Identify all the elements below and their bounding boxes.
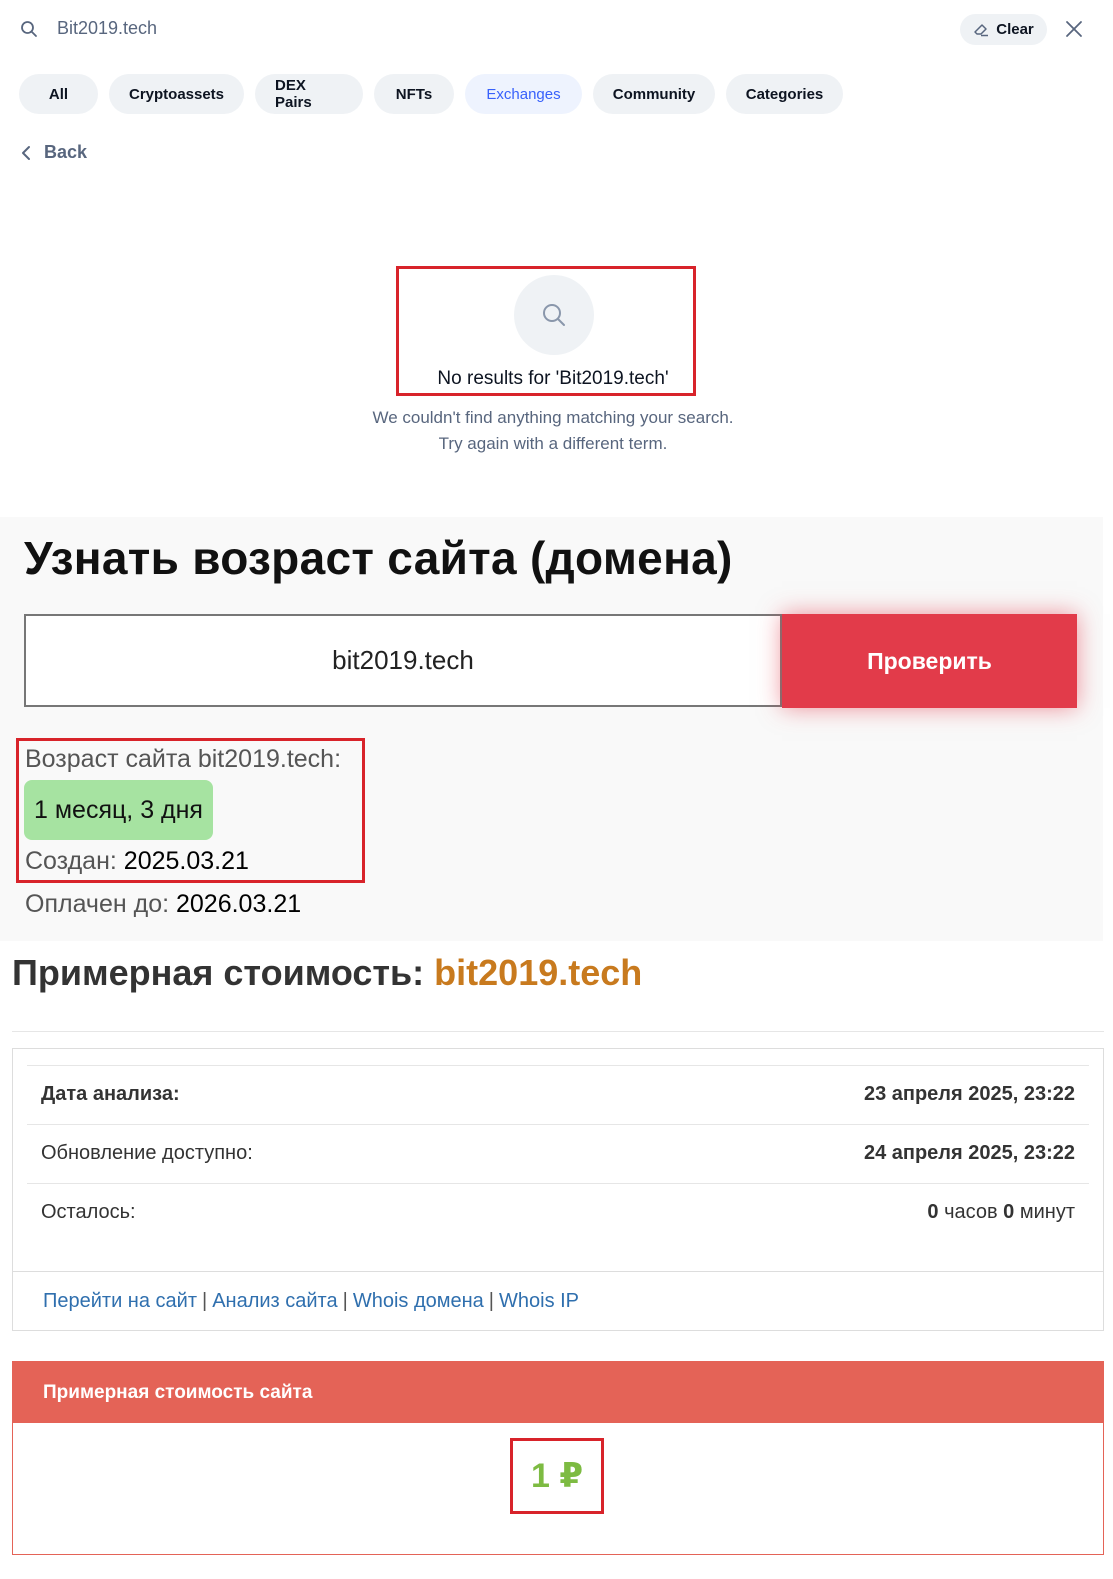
eraser-icon	[974, 24, 989, 37]
cost-heading: Примерная стоимость: bit2019.tech	[12, 952, 642, 994]
site-links: Перейти на сайт | Анализ сайта | Whois д…	[13, 1271, 1103, 1331]
paid-row: Оплачен до: 2026.03.21	[25, 890, 301, 919]
info-value: 23 апреля 2025, 23:22	[863, 1083, 1075, 1105]
link-whois-domain[interactable]: Whois домена	[353, 1290, 484, 1313]
paid-value: 2026.03.21	[176, 890, 302, 918]
back-button[interactable]: Back	[20, 142, 87, 163]
back-label: Back	[44, 142, 88, 162]
info-label: Дата анализа:	[41, 1083, 180, 1105]
divider	[12, 1031, 1104, 1032]
price-panel: Примерная стоимость сайта 1 ₽	[12, 1361, 1104, 1555]
search-bar: Bit2019.tech Clear	[0, 0, 1113, 60]
search-input[interactable]: Bit2019.tech	[57, 18, 157, 39]
minutes-unit: минут	[1019, 1201, 1075, 1223]
link-separator: |	[342, 1290, 348, 1312]
info-label: Обновление доступно:	[41, 1142, 253, 1164]
domain-age-section: Узнать возраст сайта (домена) bit2019.te…	[0, 517, 1103, 941]
link-whois-ip[interactable]: Whois IP	[499, 1290, 579, 1313]
close-icon[interactable]	[1064, 19, 1084, 39]
no-results-line: We couldn't find anything matching your …	[372, 408, 734, 427]
info-row-update: Обновление доступно: 24 апреля 2025, 23:…	[27, 1124, 1089, 1182]
analysis-info-panel: Дата анализа: 23 апреля 2025, 23:22 Обно…	[12, 1048, 1104, 1331]
clear-button[interactable]: Clear	[960, 14, 1047, 45]
highlight-box	[396, 266, 696, 396]
cost-heading-domain: bit2019.tech	[434, 952, 643, 993]
info-label: Осталось:	[41, 1201, 136, 1223]
hours-unit: часов	[944, 1201, 998, 1223]
link-go-to-site[interactable]: Перейти на сайт	[43, 1290, 197, 1313]
info-row-analysis-date: Дата анализа: 23 апреля 2025, 23:22	[27, 1065, 1089, 1123]
price-header: Примерная стоимость сайта	[13, 1362, 1103, 1423]
domain-input[interactable]: bit2019.tech	[24, 614, 782, 707]
no-results-description: We couldn't find anything matching your …	[300, 405, 806, 457]
link-separator: |	[201, 1290, 208, 1312]
tab-cryptoassets[interactable]: Cryptoassets	[109, 74, 244, 114]
tab-categories[interactable]: Categories	[726, 74, 843, 114]
cost-heading-prefix: Примерная стоимость:	[12, 952, 425, 993]
tab-exchanges[interactable]: Exchanges	[465, 74, 582, 114]
clear-label: Clear	[996, 21, 1034, 38]
paid-label: Оплачен до:	[25, 890, 170, 918]
check-button[interactable]: Проверить	[782, 614, 1077, 708]
tab-community[interactable]: Community	[593, 74, 715, 114]
info-value: 24 апреля 2025, 23:22	[863, 1142, 1075, 1164]
price-value: 1 ₽	[510, 1438, 604, 1514]
link-site-analysis[interactable]: Анализ сайта	[212, 1290, 337, 1313]
no-results-line: Try again with a different term.	[438, 434, 668, 453]
hours-value: 0	[927, 1201, 939, 1223]
info-value: 0 часов 0 минут	[927, 1201, 1075, 1224]
chevron-left-icon	[22, 145, 30, 160]
link-separator: |	[488, 1290, 494, 1312]
minutes-value: 0	[1003, 1201, 1015, 1223]
highlight-box	[16, 738, 365, 883]
search-tabs: All Cryptoassets DEX Pairs NFTs Exchange…	[19, 74, 843, 114]
search-icon	[20, 20, 38, 38]
tab-nfts[interactable]: NFTs	[374, 74, 454, 114]
tab-dex-pairs[interactable]: DEX Pairs	[255, 74, 363, 114]
tab-all[interactable]: All	[19, 74, 98, 114]
page-title: Узнать возраст сайта (домена)	[24, 532, 733, 584]
info-row-remaining: Осталось: 0 часов 0 минут	[27, 1183, 1089, 1241]
